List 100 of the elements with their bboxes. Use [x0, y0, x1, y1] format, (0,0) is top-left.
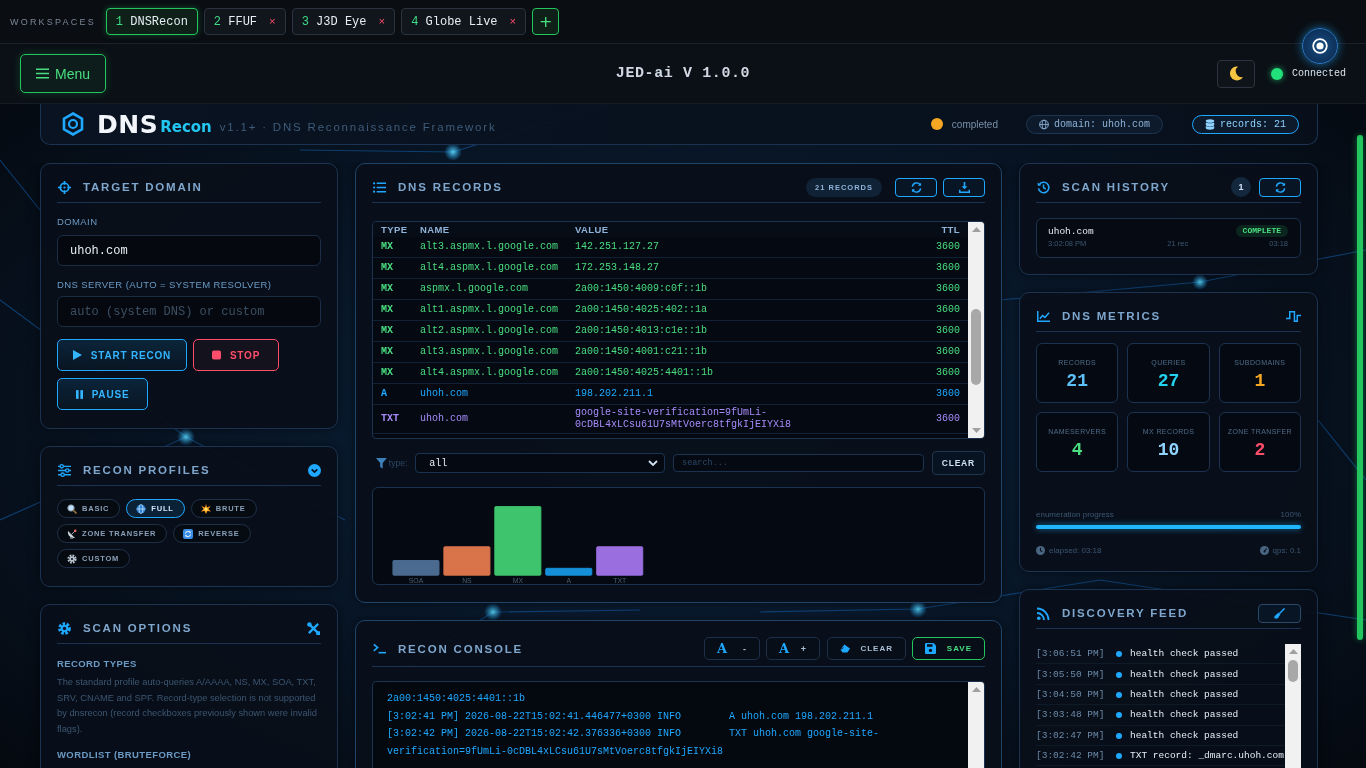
table-cell-text: MX	[381, 346, 394, 358]
refresh-icon	[1274, 181, 1286, 193]
dns-server-input[interactable]: auto (system DNS) or custom	[57, 296, 321, 327]
status-dot-icon	[1116, 712, 1122, 719]
table-cell-text: 3600	[935, 241, 960, 253]
clear-filter-button[interactable]: CLEAR	[931, 451, 985, 475]
scrollbar-thumb[interactable]	[1288, 660, 1298, 682]
add-workspace-button[interactable]: +	[532, 8, 560, 35]
workspace-tab[interactable]: 2 FFUF ×	[203, 8, 286, 35]
console-line: [3:02:42 PM] 2026-08-22T15:02:42.376336+0300 INFO TXT uhoh.com google-site-verification=9fUmLi-0cDBL4xLCsu61U7sMtVoerc8tfgkIjEIYXi8	[387, 727, 881, 760]
history-icon	[1037, 180, 1050, 194]
metric-value: 2	[1254, 439, 1266, 461]
crosshair-icon	[58, 180, 71, 194]
scrollbar-track[interactable]	[968, 222, 984, 438]
table-cell-text: alt4.aspmx.l.google.com	[420, 262, 560, 274]
scan-status: completed	[951, 118, 998, 130]
stop-button[interactable]: STOP	[193, 339, 279, 371]
panel-title: TARGET DOMAIN	[83, 181, 203, 193]
metric-value: 1	[1254, 370, 1266, 392]
increase-font-button[interactable]: A +	[766, 637, 820, 660]
panel-title: DNS RECORDS	[398, 181, 503, 193]
table-cell-text: MX	[381, 304, 394, 316]
feed-message: health check passed	[1130, 729, 1239, 741]
sliders-icon	[58, 463, 71, 477]
rss-icon	[1037, 606, 1050, 620]
close-tab-button[interactable]: ×	[378, 15, 386, 28]
section-label: WORDLIST (BRUTEFORCE)	[57, 747, 192, 762]
table-cell-text: aspmx.l.google.com	[420, 283, 530, 295]
moon-icon	[1229, 66, 1243, 81]
feed-message: health check passed	[1130, 709, 1239, 721]
table-cell-text: uhoh.com	[420, 388, 469, 400]
workspace-tab[interactable]: 1 DNSRecon	[105, 8, 198, 35]
metric-value: 27	[1157, 370, 1180, 392]
column-header: TTL	[940, 224, 960, 235]
table-cell-text: 3600	[935, 304, 960, 316]
scroll-up-icon[interactable]	[971, 687, 981, 692]
connection-label: Connected	[1292, 68, 1346, 79]
start-recon-button[interactable]: START RECON	[57, 339, 187, 371]
pause-button[interactable]: PAUSE	[57, 378, 148, 410]
column-header: VALUE	[575, 224, 610, 235]
workspace-tab[interactable]: 4 Globe Live ×	[401, 8, 527, 35]
feed-time: [3:03:48 PM]	[1036, 709, 1106, 721]
table-cell-text: 3600	[935, 346, 960, 358]
refresh-button[interactable]	[895, 177, 937, 197]
scrollbar-thumb[interactable]	[971, 309, 981, 385]
scrollbar-track[interactable]	[1285, 644, 1301, 768]
clear-console-button[interactable]: CLEAR	[827, 637, 906, 660]
download-button[interactable]	[943, 177, 985, 197]
table-cell-text: uhoh.com	[420, 413, 469, 425]
chevron-down-icon	[648, 460, 659, 466]
queries-per-second: qps: 0.1	[1272, 545, 1301, 555]
feed-time: [3:02:47 PM]	[1036, 729, 1106, 741]
table-cell-text: MX	[381, 325, 394, 337]
refresh-button[interactable]	[1259, 177, 1301, 197]
table-cell-text: alt2.aspmx.l.google.com	[420, 325, 560, 337]
ring-dot-icon	[1312, 38, 1328, 54]
page-scrollbar-thumb[interactable]	[1357, 135, 1363, 640]
table-cell-text: alt4.aspmx.l.google.com	[420, 367, 560, 379]
scroll-up-icon[interactable]	[1288, 649, 1298, 654]
workspace-tab[interactable]: 3 J3D Eye ×	[291, 8, 396, 35]
close-tab-button[interactable]: ×	[509, 15, 517, 28]
metric-value: 10	[1157, 439, 1180, 461]
decrease-font-button[interactable]: A -	[704, 637, 760, 660]
field-label: DNS SERVER (AUTO = SYSTEM RESOLVER)	[57, 278, 273, 292]
progress-label: enumeration progress	[1036, 509, 1114, 519]
table-cell-text: A	[381, 388, 388, 400]
table-cell-text: alt1.aspmx.l.google.com	[420, 304, 560, 316]
history-domain: uhoh.com	[1048, 225, 1094, 237]
gauge-icon	[1259, 545, 1269, 555]
type-select[interactable]: all	[415, 453, 666, 473]
status-dot-icon	[1116, 651, 1122, 658]
table-cell-text: 172.253.148.27	[575, 262, 660, 274]
table-cell-text: 2a00:1450:4001:c21::1b	[575, 346, 709, 358]
satellite-dish-icon	[67, 528, 77, 539]
scroll-down-icon[interactable]	[971, 428, 981, 433]
globe-icon	[1038, 118, 1049, 130]
close-tab-button[interactable]: ×	[269, 15, 276, 28]
table-cell-text: 3600	[935, 388, 960, 400]
scroll-up-icon[interactable]	[971, 227, 981, 232]
line-chart-icon	[1037, 309, 1050, 323]
terminal-icon	[373, 642, 386, 655]
theme-toggle-button[interactable]	[1217, 59, 1255, 88]
clock-icon	[1036, 545, 1045, 555]
gear-icon	[58, 621, 71, 635]
stop-icon	[211, 350, 221, 360]
search-field[interactable]: search...	[673, 454, 924, 472]
table-cell-text: MX	[381, 283, 394, 295]
save-button[interactable]: SAVE	[912, 637, 985, 660]
database-icon	[1205, 118, 1215, 130]
menu-button[interactable]: Menu	[20, 54, 106, 93]
feed-time: [3:02:42 PM]	[1036, 750, 1106, 762]
column-header: NAME	[420, 224, 451, 235]
table-cell-text: 2a00:1450:4013:c1e::1b	[575, 325, 709, 337]
domain-input[interactable]: uhoh.com	[57, 235, 321, 266]
panel-title: DISCOVERY FEED	[1062, 607, 1189, 619]
clear-feed-button[interactable]	[1258, 603, 1301, 623]
panel-title: SCAN HISTORY	[1062, 181, 1170, 193]
wrench-screwdriver-icon[interactable]	[306, 621, 321, 635]
chevron-down-circle-icon[interactable]	[308, 463, 321, 477]
feed-time: [3:05:50 PM]	[1036, 668, 1106, 680]
